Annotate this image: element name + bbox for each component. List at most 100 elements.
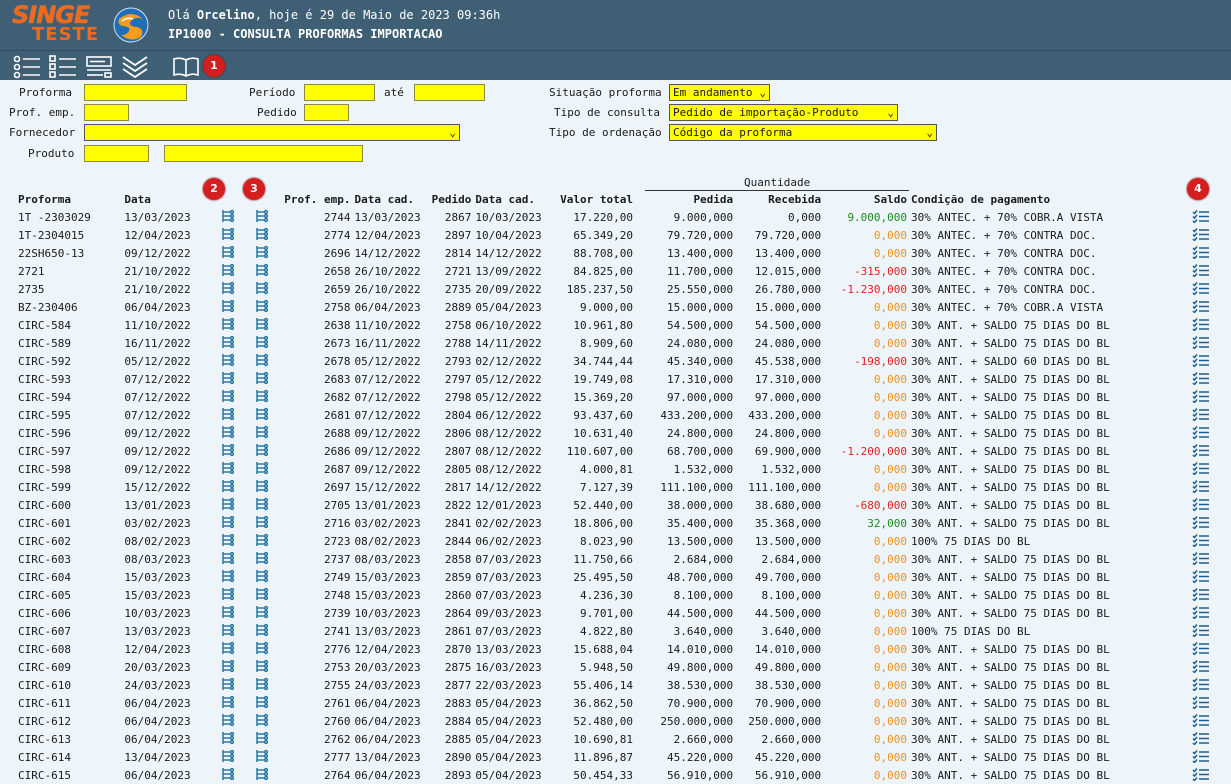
table-row[interactable]: CIRC-611 06/04/2023 2761 06/04/2023 2883 05/0… bbox=[16, 694, 1216, 712]
checklist-icon[interactable] bbox=[48, 54, 78, 80]
checklist-icon[interactable] bbox=[1185, 262, 1216, 280]
tree-icon[interactable] bbox=[243, 370, 280, 388]
table-row[interactable]: CIRC-593 07/12/2022 2683 07/12/2022 2797 05/1… bbox=[16, 370, 1216, 388]
tree-icon[interactable] bbox=[243, 280, 280, 298]
tipo-consulta-select[interactable]: Pedido de importação-Produto ⌄ bbox=[669, 104, 898, 121]
tree-icon[interactable] bbox=[210, 622, 243, 640]
prof-emp-input[interactable] bbox=[84, 104, 129, 121]
checklist-icon[interactable] bbox=[1185, 388, 1216, 406]
checklist-icon[interactable] bbox=[1185, 298, 1216, 316]
table-row[interactable]: CIRC-597 09/12/2022 2686 09/12/2022 2807 08/1… bbox=[16, 442, 1216, 460]
checklist-icon[interactable] bbox=[1185, 316, 1216, 334]
tree-icon[interactable] bbox=[210, 550, 243, 568]
tree-icon[interactable] bbox=[243, 694, 280, 712]
checklist-icon[interactable] bbox=[1185, 514, 1216, 532]
checklist-icon[interactable] bbox=[1185, 244, 1216, 262]
checklist-icon[interactable] bbox=[1185, 532, 1216, 550]
checklist-icon[interactable] bbox=[1185, 712, 1216, 730]
produto-desc-input[interactable] bbox=[164, 145, 363, 162]
tree-icon[interactable] bbox=[210, 334, 243, 352]
checklist-icon[interactable] bbox=[1185, 352, 1216, 370]
tree-icon[interactable] bbox=[210, 280, 243, 298]
tree-icon[interactable] bbox=[210, 406, 243, 424]
tree-icon[interactable] bbox=[243, 424, 280, 442]
tree-icon[interactable] bbox=[210, 604, 243, 622]
tree-icon[interactable] bbox=[210, 532, 243, 550]
tree-icon[interactable] bbox=[243, 406, 280, 424]
tree-icon[interactable] bbox=[210, 694, 243, 712]
table-row[interactable]: CIRC-605 15/03/2023 2748 15/03/2023 2860 07/0… bbox=[16, 586, 1216, 604]
tree-icon[interactable] bbox=[210, 658, 243, 676]
table-row[interactable]: 1T-2304015 12/04/2023 2774 12/04/2023 2897 10… bbox=[16, 226, 1216, 244]
expand-all-icon[interactable] bbox=[120, 54, 150, 80]
tree-icon[interactable] bbox=[243, 658, 280, 676]
checklist-icon[interactable] bbox=[1185, 406, 1216, 424]
checklist-icon[interactable] bbox=[1185, 604, 1216, 622]
tree-icon[interactable] bbox=[243, 352, 280, 370]
table-row[interactable]: CIRC-594 07/12/2022 2682 07/12/2022 2798 05/1… bbox=[16, 388, 1216, 406]
checklist-icon[interactable] bbox=[1185, 460, 1216, 478]
checklist-icon[interactable] bbox=[1185, 694, 1216, 712]
table-row[interactable]: CIRC-592 05/12/2022 2678 05/12/2022 2793 02/1… bbox=[16, 352, 1216, 370]
tree-icon[interactable] bbox=[243, 640, 280, 658]
table-row[interactable]: BZ-230406 06/04/2023 2758 06/04/2023 2889 05/… bbox=[16, 298, 1216, 316]
table-row[interactable]: CIRC-614 13/04/2023 2777 13/04/2023 2890 05/0… bbox=[16, 748, 1216, 766]
checklist-icon[interactable] bbox=[1185, 478, 1216, 496]
checklist-icon[interactable] bbox=[1185, 766, 1216, 784]
tree-icon[interactable] bbox=[210, 460, 243, 478]
table-row[interactable]: CIRC-584 11/10/2022 2638 11/10/2022 2758 06/1… bbox=[16, 316, 1216, 334]
tree-icon[interactable] bbox=[243, 604, 280, 622]
tree-icon[interactable] bbox=[210, 568, 243, 586]
tree-icon[interactable] bbox=[243, 298, 280, 316]
table-row[interactable]: CIRC-598 09/12/2022 2687 09/12/2022 2805 08/1… bbox=[16, 460, 1216, 478]
table-row[interactable]: CIRC-613 06/04/2023 2762 06/04/2023 2885 05/0… bbox=[16, 730, 1216, 748]
checklist-icon[interactable] bbox=[1185, 748, 1216, 766]
table-row[interactable]: CIRC-599 15/12/2022 2697 15/12/2022 2817 14/1… bbox=[16, 478, 1216, 496]
checklist-icon[interactable] bbox=[1185, 730, 1216, 748]
checklist-icon[interactable] bbox=[1185, 640, 1216, 658]
tree-icon[interactable] bbox=[243, 676, 280, 694]
tree-icon[interactable] bbox=[210, 748, 243, 766]
table-row[interactable]: CIRC-606 10/03/2023 2739 10/03/2023 2864 09/0… bbox=[16, 604, 1216, 622]
table-row[interactable]: CIRC-595 07/12/2022 2681 07/12/2022 2804 06/1… bbox=[16, 406, 1216, 424]
tree-icon[interactable] bbox=[210, 388, 243, 406]
table-row[interactable]: CIRC-609 20/03/2023 2753 20/03/2023 2875 16/0… bbox=[16, 658, 1216, 676]
checklist-icon[interactable] bbox=[1185, 658, 1216, 676]
tree-icon[interactable] bbox=[243, 766, 280, 784]
tree-icon[interactable] bbox=[243, 208, 280, 226]
table-row[interactable]: CIRC-596 09/12/2022 2688 09/12/2022 2806 08/1… bbox=[16, 424, 1216, 442]
tree-icon[interactable] bbox=[243, 496, 280, 514]
report-icon[interactable] bbox=[85, 54, 115, 80]
checklist-icon[interactable] bbox=[1185, 280, 1216, 298]
tree-icon[interactable] bbox=[243, 262, 280, 280]
table-row[interactable]: CIRC-589 16/11/2022 2673 16/11/2022 2788 14/1… bbox=[16, 334, 1216, 352]
proforma-input[interactable] bbox=[84, 84, 187, 101]
tree-icon[interactable] bbox=[210, 514, 243, 532]
tree-icon[interactable] bbox=[210, 442, 243, 460]
tree-icon[interactable] bbox=[210, 712, 243, 730]
tree-icon[interactable] bbox=[210, 478, 243, 496]
checklist-icon[interactable] bbox=[1185, 586, 1216, 604]
tree-icon[interactable] bbox=[243, 532, 280, 550]
book-icon[interactable] bbox=[171, 54, 201, 80]
tree-icon[interactable] bbox=[210, 586, 243, 604]
tree-icon[interactable] bbox=[210, 676, 243, 694]
tree-icon[interactable] bbox=[243, 226, 280, 244]
tree-icon[interactable] bbox=[210, 730, 243, 748]
tree-icon[interactable] bbox=[210, 496, 243, 514]
tree-icon[interactable] bbox=[210, 298, 243, 316]
tree-icon[interactable] bbox=[243, 748, 280, 766]
tree-icon[interactable] bbox=[243, 460, 280, 478]
produto-code-input[interactable] bbox=[84, 145, 149, 162]
checklist-icon[interactable] bbox=[1185, 334, 1216, 352]
tree-icon[interactable] bbox=[243, 316, 280, 334]
situacao-select[interactable]: Em andamento ⌄ bbox=[669, 84, 770, 101]
tree-icon[interactable] bbox=[243, 334, 280, 352]
periodo-end-input[interactable] bbox=[414, 84, 485, 101]
periodo-start-input[interactable] bbox=[304, 84, 375, 101]
table-row[interactable]: CIRC-612 06/04/2023 2760 06/04/2023 2884 05/0… bbox=[16, 712, 1216, 730]
checklist-icon[interactable] bbox=[1185, 676, 1216, 694]
table-row[interactable]: CIRC-604 15/03/2023 2749 15/03/2023 2859 07/0… bbox=[16, 568, 1216, 586]
table-row[interactable]: CIRC-607 13/03/2023 2741 13/03/2023 2861 07/0… bbox=[16, 622, 1216, 640]
tree-icon[interactable] bbox=[210, 424, 243, 442]
